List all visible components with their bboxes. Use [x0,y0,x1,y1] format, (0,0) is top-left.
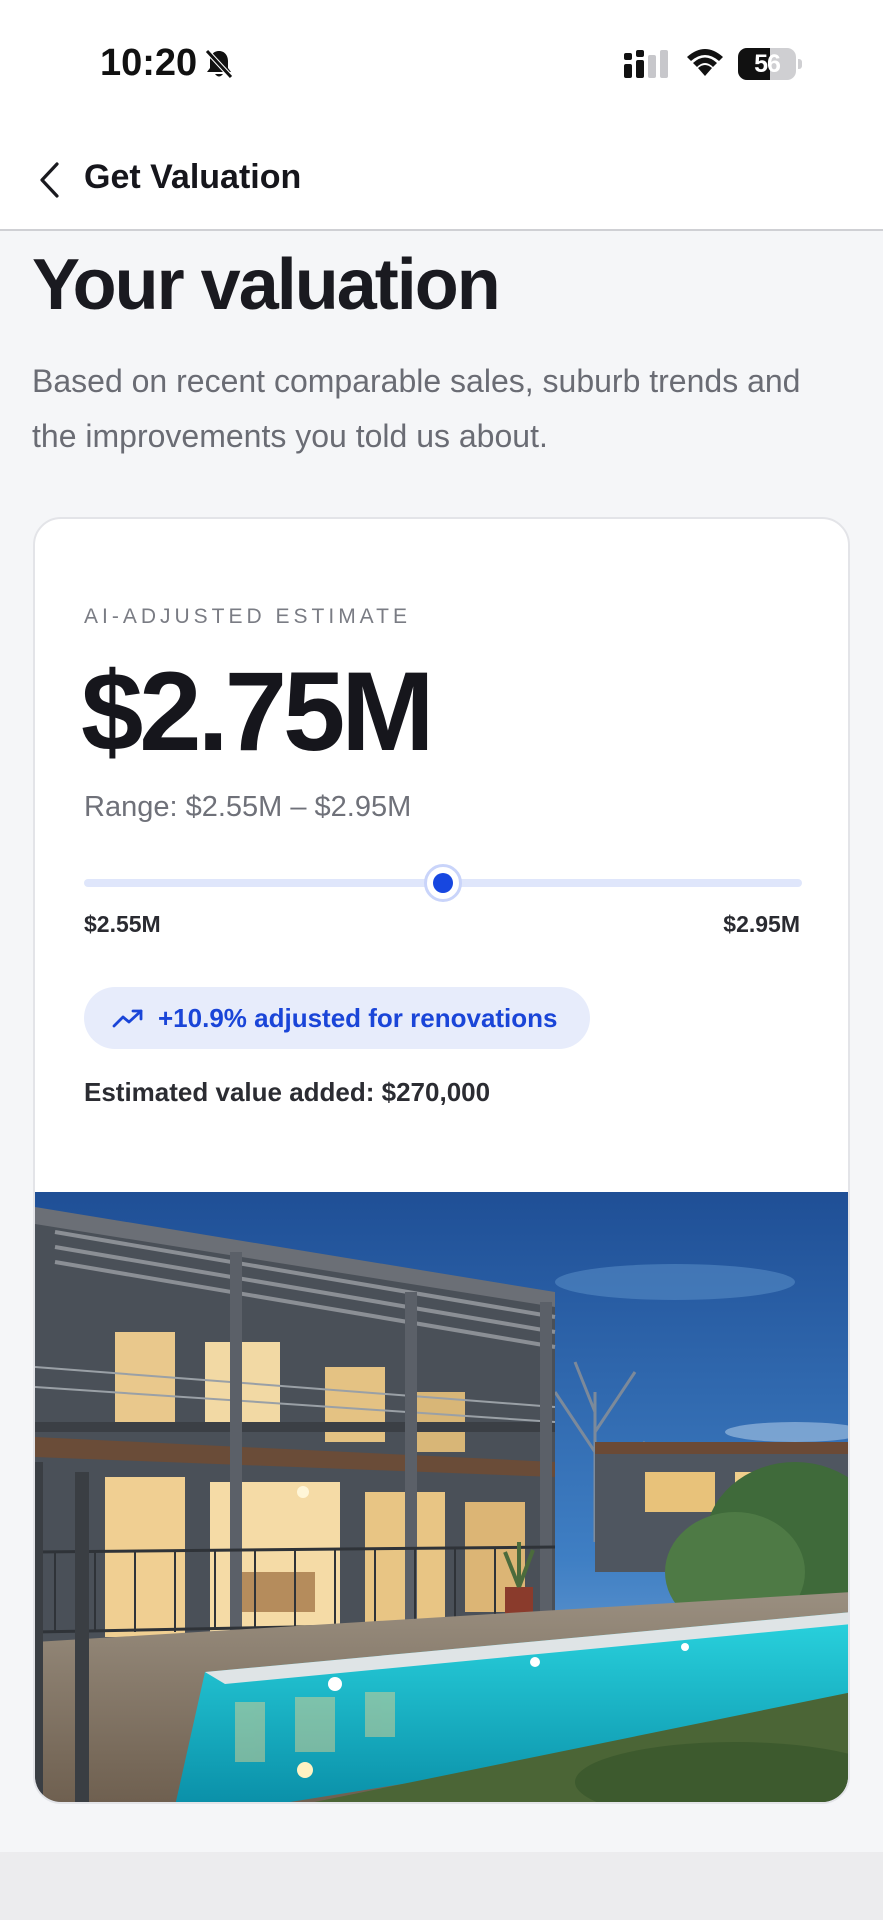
range-text: Range: $2.55M – $2.95M [84,791,412,823]
chevron-left-icon [40,162,59,198]
estimate-label: AI-ADJUSTED ESTIMATE [84,605,411,628]
status-bar: 10:20 56 [0,0,883,130]
range-min-label: $2.55M [84,911,161,937]
range-max-label: $2.95M [723,911,800,937]
range-slider-thumb[interactable] [424,864,462,902]
battery-percent: 56 [754,50,781,78]
page-title: Your valuation [32,245,501,325]
range-slider-track [84,864,802,902]
battery-icon: 56 [738,48,802,80]
estimate-value: $2.75M [81,649,435,774]
wifi-icon [687,49,723,76]
back-button[interactable] [22,152,78,208]
renovation-adjustment-badge: +10.9% adjusted for renovations [84,987,590,1049]
bottom-bar [0,1852,883,1920]
nav-bar: Get Valuation [0,130,883,231]
status-time: 10:20 [100,42,198,84]
nav-title: Get Valuation [84,158,302,196]
bell-slash-icon [205,49,233,79]
signal-icon [624,50,668,78]
page-subtitle: Based on recent comparable sales, suburb… [32,363,801,454]
valuation-card: AI-ADJUSTED ESTIMATE $2.75M Range: $2.55… [33,517,850,1804]
adjustment-text: +10.9% adjusted for renovations [158,1002,558,1033]
value-added-text: Estimated value added: $270,000 [84,1077,491,1107]
trending-up-icon [112,1009,143,1028]
house-with-pool-photo [35,1192,848,1802]
